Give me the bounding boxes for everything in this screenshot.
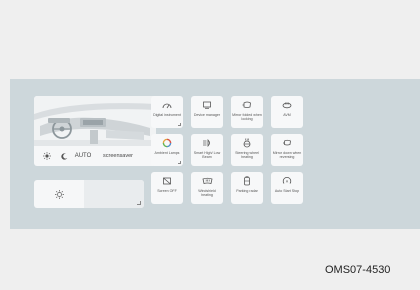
tile-smart-beam[interactable]: Smart High/ Low Beam <box>191 134 223 166</box>
brightness-slider[interactable] <box>34 180 144 208</box>
tile-steering-heating[interactable]: Steering wheel heating <box>231 134 263 166</box>
tile-label: Screen OFF <box>157 189 177 193</box>
tile-label: Steering wheel heating <box>235 151 259 160</box>
tile-ambient-lamps[interactable]: Ambient Lamps <box>151 134 183 166</box>
tile-mirror-folded[interactable]: Mirror folded when locking <box>231 96 263 128</box>
expand-corner-icon <box>137 201 141 205</box>
screensaver-button[interactable]: screensaver <box>94 153 142 159</box>
tile-label: Windshield heating <box>198 189 216 198</box>
tile-digital-instrument[interactable]: Digital instrument <box>151 96 183 128</box>
gauge-icon <box>161 100 173 110</box>
mirror-icon <box>241 100 253 110</box>
tile-mirror-down-reversing[interactable]: Mirror down when reversing <box>271 134 303 166</box>
auto-mode-button[interactable]: AUTO <box>72 153 94 159</box>
brightness-sun-area <box>34 180 84 208</box>
radar-icon <box>241 176 253 186</box>
tile-label: Ambient Lamps <box>154 151 180 155</box>
car-interior-image <box>34 96 156 146</box>
reference-code: OMS07-4530 <box>325 264 391 276</box>
tile-label: Mirror folded when locking <box>232 113 262 122</box>
svg-text:A: A <box>286 180 289 184</box>
tile-avm[interactable]: 360 AVM <box>271 96 303 128</box>
moon-icon <box>60 152 67 160</box>
expand-corner-icon <box>178 123 181 126</box>
device-icon <box>201 100 213 110</box>
screen-off-icon <box>161 176 173 186</box>
mirror-down-icon <box>281 138 293 148</box>
tile-label: Digital instrument <box>153 113 181 117</box>
windshield-icon <box>201 176 213 186</box>
brightness-track[interactable] <box>84 180 144 208</box>
tile-label: AVM <box>283 113 291 117</box>
headlight-icon <box>201 138 213 148</box>
tile-parking-radar[interactable]: Parking radar <box>231 172 263 204</box>
tile-device-manager[interactable]: Device manager <box>191 96 223 128</box>
tile-label: Mirror down when reversing <box>272 151 302 160</box>
auto-stop-icon: A <box>281 176 293 186</box>
tile-auto-start-stop[interactable]: A Auto Start Stop <box>271 172 303 204</box>
brightness-sun-button[interactable] <box>38 152 56 160</box>
camera-360-icon: 360 <box>281 100 293 110</box>
svg-text:360: 360 <box>285 101 290 105</box>
display-quick-row: AUTO screensaver <box>34 146 156 166</box>
tile-windshield-heating[interactable]: Windshield heating <box>191 172 223 204</box>
night-mode-button[interactable] <box>56 152 72 160</box>
ring-icon <box>161 138 173 148</box>
sun-icon <box>54 189 64 199</box>
sun-icon <box>43 152 51 160</box>
tile-label: Auto Start Stop <box>274 189 300 193</box>
steering-heat-icon <box>241 138 253 148</box>
settings-screen: AUTO screensaver Digital instrument Devi… <box>10 79 420 229</box>
expand-corner-icon <box>178 161 181 164</box>
tile-screen-off[interactable]: Screen OFF <box>151 172 183 204</box>
tile-label: Parking radar <box>236 189 258 193</box>
display-settings-card: AUTO screensaver <box>34 96 156 166</box>
tile-label: Device manager <box>193 113 221 117</box>
tile-label: Smart High/ Low Beam <box>193 151 221 160</box>
